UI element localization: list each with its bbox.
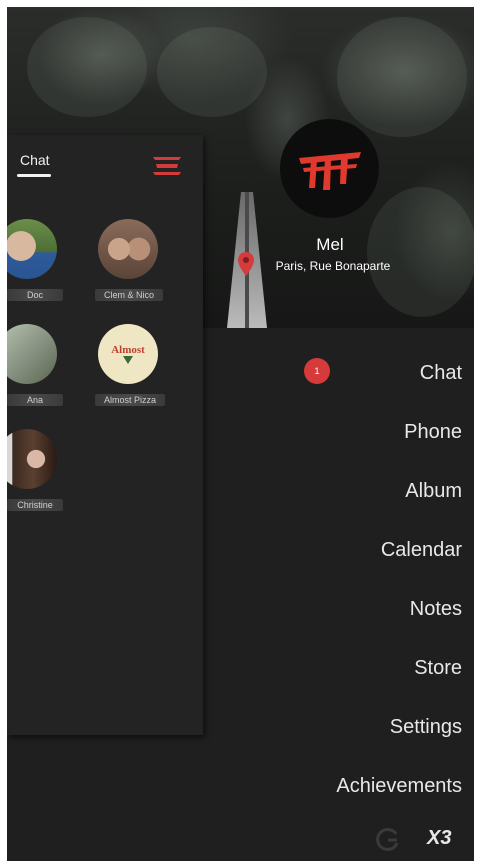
contact-name: Christine	[7, 499, 63, 511]
app-screen: Mel Paris, Rue Bonaparte 1 Chat Phone Al…	[7, 7, 474, 861]
almost-logo-text: Almost	[111, 344, 145, 356]
menu-item-chat[interactable]: Chat	[420, 362, 462, 385]
contact-photo	[98, 219, 158, 279]
profile-avatar[interactable]	[280, 119, 379, 218]
title-underline	[17, 174, 51, 177]
background-foliage	[157, 27, 267, 117]
menu-item-achievements[interactable]: Achievements	[336, 775, 462, 798]
contact-name: Clem & Nico	[95, 289, 163, 301]
chat-panel-title: Chat	[20, 152, 50, 168]
location-pin-icon	[238, 252, 254, 276]
multiplier-label: X3	[427, 827, 452, 849]
menu-item-calendar[interactable]: Calendar	[381, 539, 462, 562]
logo-icon	[298, 151, 361, 190]
background-foliage	[367, 187, 474, 317]
contact-name: Almost Pizza	[95, 394, 165, 406]
pizza-slice-icon	[123, 356, 133, 364]
contact-photo	[7, 324, 57, 384]
contact-photo	[7, 429, 57, 489]
contact-photo: Almost	[98, 324, 158, 384]
background-foliage	[337, 17, 467, 137]
chat-notification-badge: 1	[304, 358, 330, 384]
contact-photo	[7, 219, 57, 279]
contact-name: Doc	[7, 289, 63, 301]
hamburger-menu-icon[interactable]	[151, 155, 183, 177]
contact-name: Ana	[7, 394, 63, 406]
menu-item-album[interactable]: Album	[405, 480, 462, 503]
profile-name: Mel	[316, 235, 344, 254]
menu-item-notes[interactable]: Notes	[410, 598, 462, 621]
chat-panel: Chat Doc Clem & Nico Ana Almost Almost P…	[7, 135, 203, 735]
menu-item-store[interactable]: Store	[414, 657, 462, 680]
loading-icon	[376, 827, 399, 851]
background-foliage	[27, 17, 147, 117]
menu-item-settings[interactable]: Settings	[390, 716, 462, 739]
profile-location: Paris, Rue Bonaparte	[275, 259, 391, 273]
menu-item-phone[interactable]: Phone	[404, 421, 462, 444]
